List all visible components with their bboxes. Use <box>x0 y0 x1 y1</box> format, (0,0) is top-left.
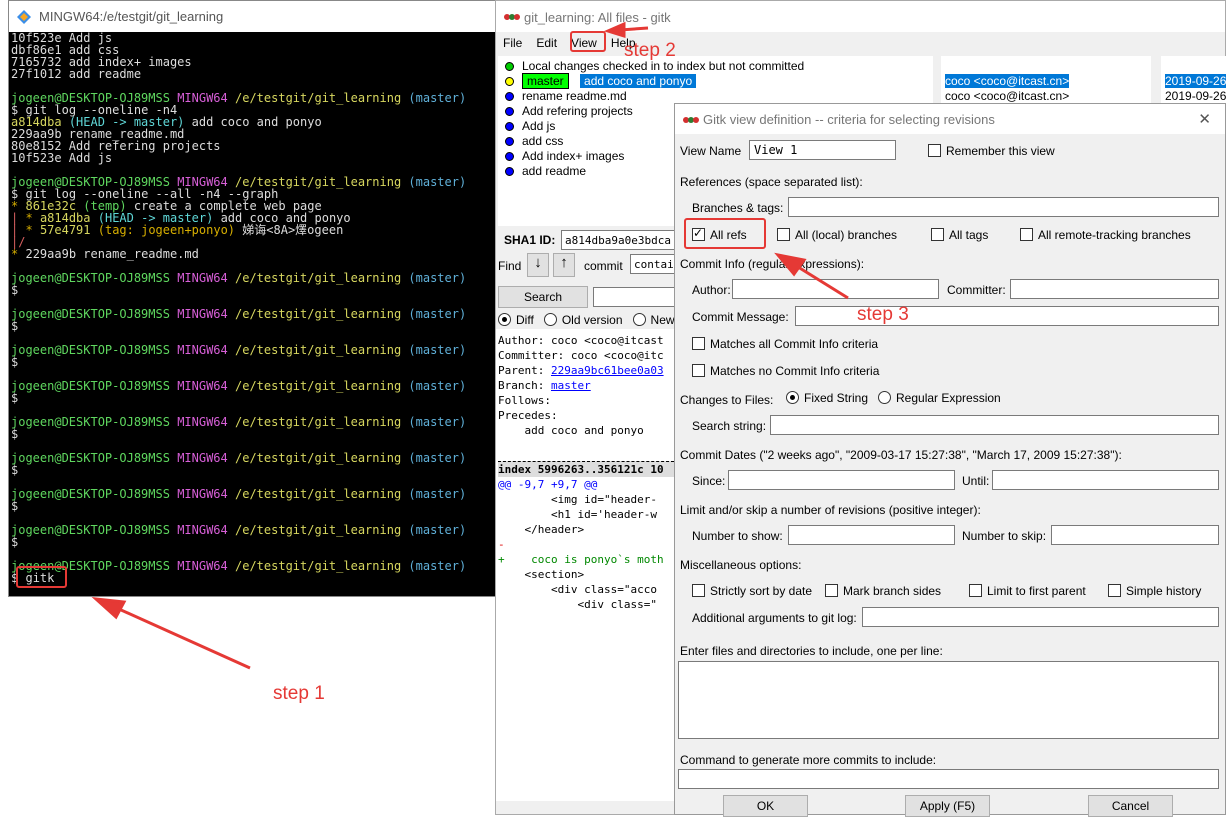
step1-arrowhead <box>91 597 127 620</box>
step1-arrow <box>109 603 251 670</box>
annotation-arrows <box>91 21 849 670</box>
step3-arrowhead <box>774 252 807 277</box>
step2-arrowhead <box>603 21 626 39</box>
